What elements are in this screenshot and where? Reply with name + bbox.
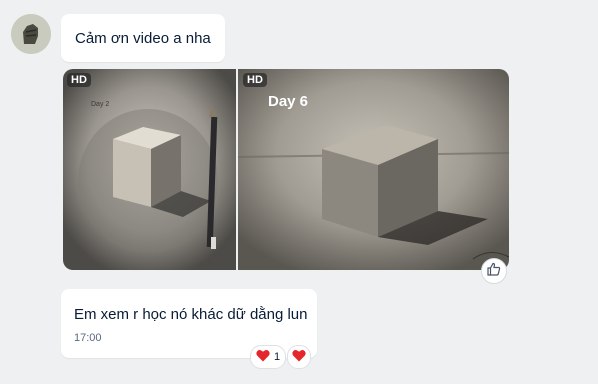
hd-badge: HD <box>67 73 91 87</box>
reaction-summary[interactable]: 1 <box>250 345 287 369</box>
photo-group[interactable]: HD Day 2 HD Day 6 <box>63 69 509 270</box>
message-text: Em xem r học nó khác dữ dằng lun <box>74 306 308 323</box>
avatar[interactable] <box>11 14 51 54</box>
thumbs-up-icon <box>487 262 501 281</box>
message-bubble[interactable]: Cảm ơn video a nha <box>61 14 225 62</box>
heart-icon <box>256 349 270 365</box>
photo-caption: Day 6 <box>268 93 309 110</box>
photo-caption: Day 2 <box>91 101 110 108</box>
photo-day-6[interactable]: HD Day 6 <box>238 69 509 270</box>
heart-icon <box>292 349 306 365</box>
hd-badge: HD <box>243 73 267 87</box>
message-text: Cảm ơn video a nha <box>75 29 211 47</box>
react-button[interactable] <box>481 258 507 284</box>
reaction-count: 1 <box>274 351 281 363</box>
message-time: 17:00 <box>74 332 102 344</box>
heart-react-button[interactable] <box>287 345 311 369</box>
photo-day-2[interactable]: HD Day 2 <box>63 69 236 270</box>
